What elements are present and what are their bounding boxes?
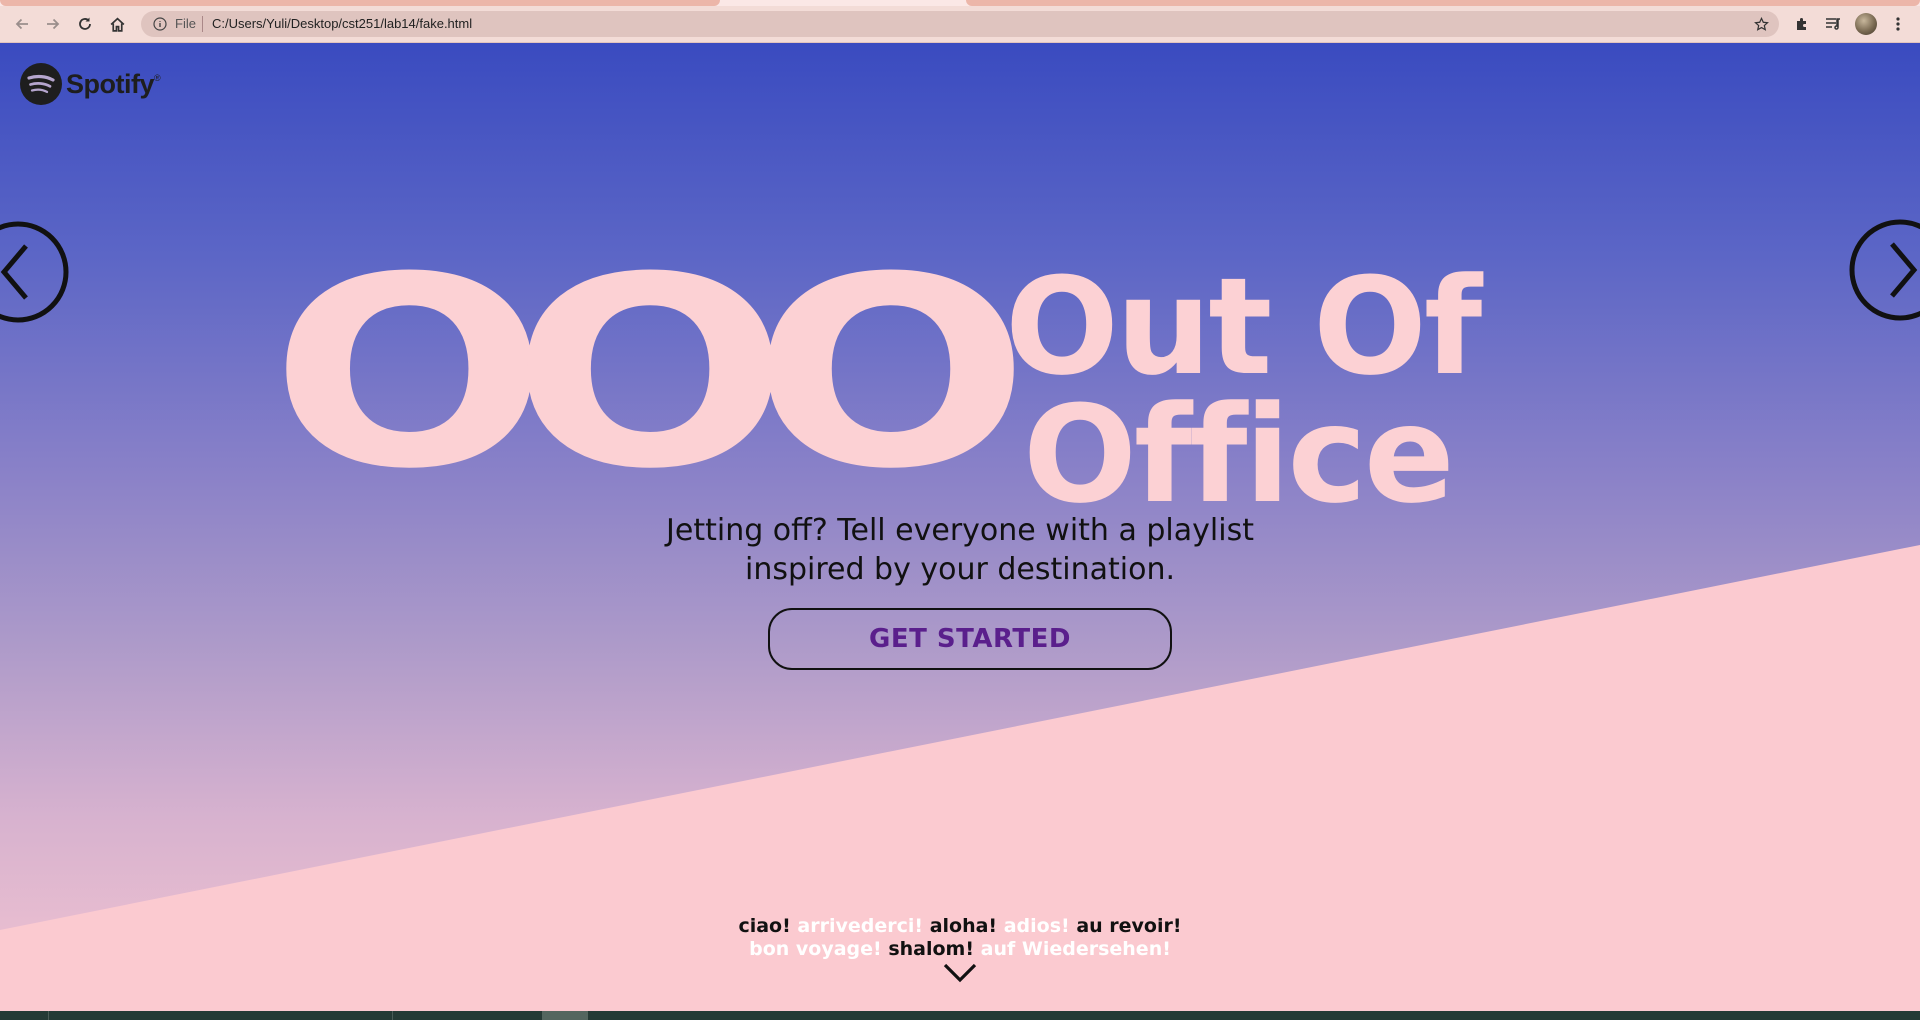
hero-ooo: OOO bbox=[270, 221, 1030, 526]
spotify-logo[interactable]: Spotify ® bbox=[20, 63, 161, 105]
taskbar-divider bbox=[48, 1011, 49, 1020]
subtitle: Jetting off? Tell everyone with a playli… bbox=[560, 511, 1360, 589]
back-button[interactable] bbox=[8, 10, 36, 38]
spotify-icon bbox=[20, 63, 62, 105]
media-button[interactable] bbox=[1819, 10, 1847, 38]
greeting-word: aloha! bbox=[929, 915, 998, 937]
site-info-button[interactable] bbox=[151, 15, 169, 33]
greeting-word: bon voyage! bbox=[749, 938, 882, 960]
logo-trademark: ® bbox=[154, 73, 161, 83]
subtitle-line-1: Jetting off? Tell everyone with a playli… bbox=[666, 513, 1254, 548]
profile-avatar[interactable] bbox=[1855, 13, 1877, 35]
bookmark-button[interactable] bbox=[1751, 14, 1771, 34]
greeting-word: auf Wiedersehen! bbox=[980, 938, 1171, 960]
reload-icon bbox=[79, 17, 91, 30]
taskbar-active-app[interactable] bbox=[542, 1011, 588, 1020]
chevron-down-icon bbox=[943, 963, 977, 983]
home-button[interactable] bbox=[103, 10, 131, 38]
address-url[interactable]: C:/Users/Yuli/Desktop/cst251/lab14/fake.… bbox=[212, 16, 472, 31]
home-icon bbox=[110, 17, 124, 32]
chevron-right-circle-icon bbox=[1890, 242, 1918, 298]
address-scheme: File bbox=[175, 16, 196, 31]
extensions-button[interactable] bbox=[1788, 10, 1816, 38]
greetings: ciao! arrivederci! aloha! adios! au revo… bbox=[560, 915, 1360, 961]
info-icon bbox=[153, 17, 167, 31]
subtitle-line-2: inspired by your destination. bbox=[744, 552, 1176, 587]
taskbar-divider bbox=[392, 1011, 393, 1020]
greeting-word: au revoir! bbox=[1076, 915, 1182, 937]
greeting-word: shalom! bbox=[888, 938, 975, 960]
carousel-prev-button[interactable] bbox=[0, 220, 70, 324]
hero-title: Out Of Office bbox=[1005, 260, 1482, 533]
greeting-word: arrivederci! bbox=[797, 915, 924, 937]
media-queue-icon bbox=[1826, 18, 1840, 30]
scroll-down-button[interactable] bbox=[942, 962, 978, 984]
page-content: Spotify ® OOO Out Of Office Jetting off?… bbox=[0, 43, 1920, 1011]
greeting-word: adios! bbox=[1003, 915, 1070, 937]
hero-graphic: OOO Out Of Office bbox=[270, 43, 1570, 563]
carousel-next-button[interactable] bbox=[1848, 218, 1920, 322]
chevron-left-circle-icon bbox=[0, 244, 28, 300]
greetings-row-2: bon voyage! shalom! auf Wiedersehen! bbox=[560, 938, 1360, 961]
address-divider bbox=[202, 16, 203, 32]
hero-title-line-2: Office bbox=[1023, 377, 1455, 533]
menu-button[interactable] bbox=[1884, 10, 1912, 38]
get-started-button[interactable]: GET STARTED bbox=[768, 608, 1172, 670]
arrow-right-icon bbox=[47, 18, 60, 30]
greeting-word: ciao! bbox=[738, 915, 791, 937]
kebab-menu-icon bbox=[1896, 17, 1900, 31]
forward-button[interactable] bbox=[39, 10, 67, 38]
browser-toolbar: File C:/Users/Yuli/Desktop/cst251/lab14/… bbox=[0, 6, 1920, 43]
reload-button[interactable] bbox=[71, 10, 99, 38]
address-bar[interactable]: File C:/Users/Yuli/Desktop/cst251/lab14/… bbox=[141, 11, 1779, 37]
greetings-row-1: ciao! arrivederci! aloha! adios! au revo… bbox=[560, 915, 1360, 938]
star-icon bbox=[1753, 16, 1769, 31]
arrow-left-icon bbox=[15, 18, 28, 30]
puzzle-icon bbox=[1797, 18, 1806, 30]
os-taskbar bbox=[0, 1011, 1920, 1020]
logo-text: Spotify bbox=[66, 68, 155, 99]
